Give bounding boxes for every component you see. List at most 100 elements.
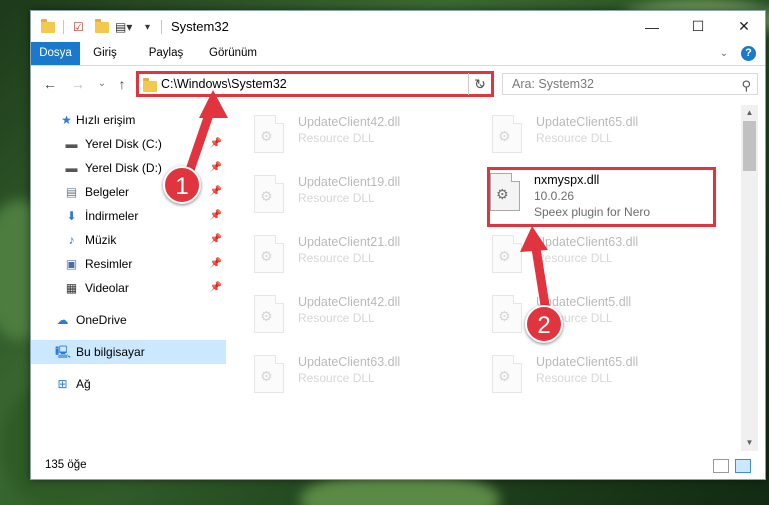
file-item[interactable]: ⚙ UpdateClient42.dll Resource DLL bbox=[236, 109, 466, 161]
search-icon: ⚲ bbox=[741, 78, 751, 93]
file-name: UpdateClient65.dll bbox=[536, 115, 639, 129]
recent-locations-button[interactable]: ⌄ bbox=[93, 75, 111, 93]
dll-file-icon: ⚙ bbox=[492, 115, 522, 153]
file-item[interactable]: ⚙ UpdateClient63.dll Resource DLL bbox=[474, 229, 704, 281]
sidebar-item-videos[interactable]: ▦ Videolar 📌 bbox=[31, 276, 226, 300]
pin-icon[interactable]: 📌 bbox=[210, 132, 222, 156]
document-icon: ▤ bbox=[65, 185, 78, 199]
forward-button[interactable]: → bbox=[69, 75, 87, 93]
dll-file-icon: ⚙ bbox=[254, 295, 284, 333]
tab-share[interactable]: Paylaş bbox=[137, 42, 195, 65]
address-bar[interactable]: C:\Windows\System32 ⌄ bbox=[136, 71, 494, 97]
file-type: Resource DLL bbox=[536, 251, 613, 265]
dll-file-icon: ⚙ bbox=[254, 235, 284, 273]
properties-icon[interactable]: ☑ bbox=[73, 18, 84, 36]
minimize-button[interactable]: — bbox=[629, 11, 675, 42]
sidebar-item-label: OneDrive bbox=[76, 313, 127, 327]
folder-icon bbox=[41, 18, 55, 36]
maximize-button[interactable]: ☐ bbox=[675, 11, 721, 42]
dll-file-icon: ⚙ bbox=[492, 295, 522, 333]
file-item[interactable]: ⚙ UpdateClient21.dll Resource DLL bbox=[236, 229, 466, 281]
tab-home[interactable]: Giriş bbox=[81, 42, 129, 65]
pin-icon[interactable]: 📌 bbox=[210, 156, 222, 180]
file-list: ⚙ UpdateClient42.dll Resource DLL ⚙ Upda… bbox=[236, 105, 741, 451]
file-name: UpdateClient65.dll bbox=[536, 355, 639, 369]
file-item[interactable]: ⚙ UpdateClient19.dll Resource DLL bbox=[236, 169, 466, 221]
file-type: Resource DLL bbox=[298, 251, 375, 265]
file-name: UpdateClient63.dll bbox=[298, 355, 401, 369]
scroll-down-arrow[interactable]: ▼ bbox=[741, 435, 758, 451]
tiles-view-icon[interactable] bbox=[735, 459, 751, 473]
file-type: Resource DLL bbox=[298, 371, 375, 385]
sidebar-item-label: Resimler bbox=[85, 257, 133, 271]
sidebar-item-this-pc[interactable]: 🖳 Bu bilgisayar bbox=[31, 340, 226, 364]
sidebar-item-local-disk-c[interactable]: ▬ Yerel Disk (C:) 📌 bbox=[31, 132, 226, 156]
pin-icon[interactable]: 📌 bbox=[210, 276, 222, 300]
sidebar-item-downloads[interactable]: ⬇ İndirmeler 📌 bbox=[31, 204, 226, 228]
details-view-icon[interactable] bbox=[713, 459, 729, 473]
item-count: 135 öğe bbox=[45, 459, 87, 471]
new-folder-icon[interactable] bbox=[95, 18, 109, 36]
toolbar-separator bbox=[63, 20, 64, 34]
sidebar-item-music[interactable]: ♪ Müzik 📌 bbox=[31, 228, 226, 252]
pin-icon[interactable]: 📌 bbox=[210, 252, 222, 276]
tab-file[interactable]: Dosya bbox=[31, 42, 80, 65]
music-icon: ♪ bbox=[68, 233, 75, 247]
file-type: Resource DLL bbox=[536, 371, 613, 385]
search-input[interactable]: Ara: System32 ⚲ bbox=[502, 73, 758, 95]
sidebar-item-label: Yerel Disk (D:) bbox=[85, 161, 162, 175]
cloud-icon: ☁ bbox=[56, 313, 69, 327]
step-1-badge: 1 bbox=[163, 166, 201, 204]
file-item[interactable]: ⚙ UpdateClient65.dll Resource DLL bbox=[474, 109, 704, 161]
file-item[interactable]: ⚙ UpdateClient42.dll Resource DLL bbox=[236, 289, 466, 341]
title-bar: ☑ ▤▾ ▾ System32 — ☐ ✕ bbox=[31, 11, 765, 42]
drive-icon: ▬ bbox=[65, 137, 78, 151]
vertical-scrollbar[interactable]: ▲ ▼ bbox=[741, 105, 758, 451]
pin-icon[interactable]: 📌 bbox=[210, 204, 222, 228]
sidebar-item-network[interactable]: ⊞ Ağ bbox=[31, 372, 226, 396]
file-item[interactable]: ⚙ UpdateClient5.dll Resource DLL bbox=[474, 289, 704, 341]
ribbon-tabs: Dosya Giriş Paylaş Görünüm ⌄ ? bbox=[31, 42, 765, 66]
ribbon-expand-icon[interactable]: ⌄ bbox=[715, 42, 733, 65]
status-bar: 135 öğe bbox=[31, 451, 765, 480]
scroll-thumb[interactable] bbox=[743, 121, 756, 171]
help-icon[interactable]: ? bbox=[741, 46, 756, 61]
scroll-up-arrow[interactable]: ▲ bbox=[741, 105, 758, 121]
back-button[interactable]: ← bbox=[41, 75, 59, 93]
file-name: UpdateClient42.dll bbox=[298, 295, 401, 309]
step-2-badge: 2 bbox=[525, 305, 563, 343]
pin-icon[interactable]: 📌 bbox=[210, 228, 222, 252]
dll-file-icon: ⚙ bbox=[492, 355, 522, 393]
file-item[interactable]: ⚙ UpdateClient65.dll Resource DLL bbox=[474, 349, 704, 401]
download-icon: ⬇ bbox=[66, 209, 77, 223]
customize-qa-icon[interactable]: ▤▾ bbox=[115, 18, 132, 36]
navigation-bar: ← → ⌄ ↑ C:\Windows\System32 ⌄ ↻ Ara: Sys… bbox=[31, 66, 765, 102]
search-placeholder: Ara: System32 bbox=[512, 77, 594, 91]
file-type: Resource DLL bbox=[298, 191, 375, 205]
sidebar-item-quick-access[interactable]: ★ Hızlı erişim bbox=[31, 108, 226, 132]
sidebar-item-label: Müzik bbox=[85, 233, 117, 247]
sidebar-item-label: Hızlı erişim bbox=[76, 113, 136, 127]
refresh-button[interactable]: ↻ bbox=[468, 73, 491, 95]
star-icon: ★ bbox=[61, 113, 72, 127]
sidebar-item-label: Yerel Disk (C:) bbox=[85, 137, 162, 151]
sidebar-item-label: Ağ bbox=[76, 377, 91, 391]
close-button[interactable]: ✕ bbox=[721, 11, 767, 42]
toolbar-separator bbox=[161, 20, 162, 34]
file-name: UpdateClient42.dll bbox=[298, 115, 401, 129]
sidebar-item-pictures[interactable]: ▣ Resimler 📌 bbox=[31, 252, 226, 276]
qa-dropdown-icon[interactable]: ▾ bbox=[145, 18, 150, 36]
computer-icon: 🖳 bbox=[55, 345, 72, 359]
navigation-pane: ★ Hızlı erişim ▬ Yerel Disk (C:) 📌 ▬ Yer… bbox=[31, 105, 226, 451]
up-button[interactable]: ↑ bbox=[113, 75, 131, 93]
file-type: Resource DLL bbox=[298, 131, 375, 145]
dll-file-icon: ⚙ bbox=[492, 235, 522, 273]
file-type: Resource DLL bbox=[298, 311, 375, 325]
file-item[interactable]: ⚙ UpdateClient63.dll Resource DLL bbox=[236, 349, 466, 401]
file-highlight-box bbox=[487, 167, 716, 227]
pin-icon[interactable]: 📌 bbox=[210, 180, 222, 204]
tab-view[interactable]: Görünüm bbox=[199, 42, 267, 65]
sidebar-item-label: Bu bilgisayar bbox=[76, 345, 145, 359]
dll-file-icon: ⚙ bbox=[254, 355, 284, 393]
sidebar-item-onedrive[interactable]: ☁ OneDrive bbox=[31, 308, 226, 332]
